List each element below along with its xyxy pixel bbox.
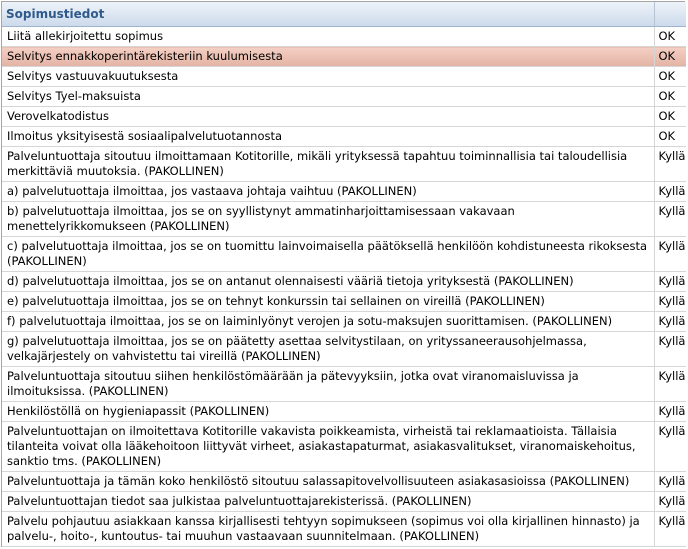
value-column-header[interactable] [654, 2, 686, 27]
row-label: Liitä allekirjoitettu sopimus [2, 26, 655, 47]
table-header-row: Sopimustiedot [2, 2, 686, 27]
row-value: Kyllä [654, 401, 686, 422]
row-value: OK [654, 86, 686, 107]
table-row[interactable]: c) palvelutuottaja ilmoittaa, jos se on … [2, 236, 686, 272]
row-label: Palveluntuottajan on ilmoitettava Kotito… [2, 421, 655, 472]
table-row[interactable]: Palveluntuottaja ja tämän koko henkilöst… [2, 471, 686, 492]
row-value: Kyllä [654, 236, 686, 272]
row-value: Kyllä [654, 511, 686, 547]
row-value: OK [654, 106, 686, 127]
table-row[interactable]: a) palvelutuottaja ilmoittaa, jos vastaa… [2, 181, 686, 202]
table-row[interactable]: Palveluntuottajan tiedot saa julkistaa p… [2, 491, 686, 512]
row-label: Palveluntuottaja sitoutuu siihen henkilö… [2, 366, 655, 402]
row-label: f) palvelutuottaja ilmoittaa, jos se on … [2, 311, 655, 332]
table-row[interactable]: Selvitys Tyel-maksuista OK [2, 86, 686, 107]
table-row[interactable]: Selvitys vastuuvakuutuksesta OK [2, 66, 686, 87]
row-value: OK [654, 66, 686, 87]
table-row[interactable]: Palvelu pohjautuu asiakkaan kanssa kirja… [2, 511, 686, 547]
row-value: Kyllä [654, 366, 686, 402]
row-value: Kyllä [654, 471, 686, 492]
table-row[interactable]: e) palvelutuottaja ilmoittaa, jos se on … [2, 291, 686, 312]
row-value: OK [654, 126, 686, 147]
table-row[interactable]: b) palvelutuottaja ilmoittaa, jos se on … [2, 201, 686, 237]
table-row[interactable]: Palveluntuottaja sitoutuu siihen henkilö… [2, 366, 686, 402]
table-row[interactable]: Ilmoitus yksityisestä sosiaalipalvelutuo… [2, 126, 686, 147]
row-label: e) palvelutuottaja ilmoittaa, jos se on … [2, 291, 655, 312]
row-value: OK [654, 46, 686, 67]
row-label: Palveluntuottaja sitoutuu ilmoittamaan K… [2, 146, 655, 182]
table-row[interactable]: Liitä allekirjoitettu sopimus OK [2, 26, 686, 47]
row-value: Kyllä [654, 331, 686, 367]
row-label: d) palvelutuottaja ilmoittaa, jos se on … [2, 271, 655, 292]
row-value: Kyllä [654, 181, 686, 202]
row-label: Palveluntuottaja ja tämän koko henkilöst… [2, 471, 655, 492]
row-label: Selvitys vastuuvakuutuksesta [2, 66, 655, 87]
row-label: b) palvelutuottaja ilmoittaa, jos se on … [2, 201, 655, 237]
row-label: Palveluntuottajan tiedot saa julkistaa p… [2, 491, 655, 512]
contract-info-table: Sopimustiedot Liitä allekirjoitettu sopi… [2, 2, 686, 547]
row-label: Verovelkatodistus [2, 106, 655, 127]
table-row[interactable]: Palveluntuottajan on ilmoitettava Kotito… [2, 421, 686, 472]
row-label: g) palvelutuottaja ilmoittaa, jos se on … [2, 331, 655, 367]
row-value: Kyllä [654, 421, 686, 472]
row-label: Selvitys Tyel-maksuista [2, 86, 655, 107]
row-label: Selvitys ennakkoperintärekisteriin kuulu… [2, 46, 655, 67]
row-value: Kyllä [654, 311, 686, 332]
table-body: Liitä allekirjoitettu sopimus OK Selvitys … [2, 26, 686, 547]
table-row[interactable]: g) palvelutuottaja ilmoittaa, jos se on … [2, 331, 686, 367]
row-value: Kyllä [654, 291, 686, 312]
row-value: Kyllä [654, 146, 686, 182]
row-label: Henkilöstöllä on hygieniapassit (PAKOLLI… [2, 401, 655, 422]
table-row[interactable]: Verovelkatodistus OK [2, 106, 686, 127]
contract-info-panel: Sopimustiedot Liitä allekirjoitettu sopi… [1, 1, 686, 547]
table-row[interactable]: Henkilöstöllä on hygieniapassit (PAKOLLI… [2, 401, 686, 422]
row-value: OK [654, 26, 686, 47]
row-label: Palvelu pohjautuu asiakkaan kanssa kirja… [2, 511, 655, 547]
table-row[interactable]: Palveluntuottaja sitoutuu ilmoittamaan K… [2, 146, 686, 182]
table-row[interactable]: d) palvelutuottaja ilmoittaa, jos se on … [2, 271, 686, 292]
row-value: Kyllä [654, 491, 686, 512]
row-label: Ilmoitus yksityisestä sosiaalipalvelutuo… [2, 126, 655, 147]
row-label: c) palvelutuottaja ilmoittaa, jos se on … [2, 236, 655, 272]
table-title[interactable]: Sopimustiedot [2, 2, 655, 27]
row-value: Kyllä [654, 201, 686, 237]
table-row[interactable]: Selvitys ennakkoperintärekisteriin kuulu… [2, 46, 686, 67]
table-row[interactable]: f) palvelutuottaja ilmoittaa, jos se on … [2, 311, 686, 332]
row-label: a) palvelutuottaja ilmoittaa, jos vastaa… [2, 181, 655, 202]
row-value: Kyllä [654, 271, 686, 292]
